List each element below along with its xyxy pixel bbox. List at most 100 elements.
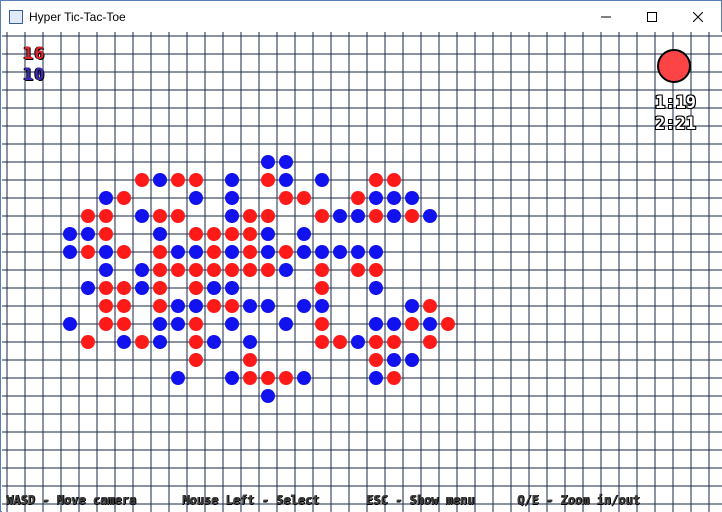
red-piece[interactable] [387,335,401,349]
blue-piece[interactable] [369,281,383,295]
blue-piece[interactable] [369,245,383,259]
blue-piece[interactable] [225,209,239,223]
red-piece[interactable] [369,173,383,187]
blue-piece[interactable] [333,209,347,223]
red-piece[interactable] [153,299,167,313]
red-piece[interactable] [117,299,131,313]
red-piece[interactable] [279,371,293,385]
blue-piece[interactable] [261,299,275,313]
red-piece[interactable] [315,209,329,223]
red-piece[interactable] [243,371,257,385]
blue-piece[interactable] [99,191,113,205]
red-piece[interactable] [369,209,383,223]
red-piece[interactable] [171,209,185,223]
blue-piece[interactable] [279,155,293,169]
red-piece[interactable] [207,227,221,241]
blue-piece[interactable] [135,209,149,223]
red-piece[interactable] [153,245,167,259]
red-piece[interactable] [99,299,113,313]
red-piece[interactable] [99,317,113,331]
blue-piece[interactable] [171,317,185,331]
blue-piece[interactable] [315,173,329,187]
red-piece[interactable] [189,281,203,295]
red-piece[interactable] [153,209,167,223]
red-piece[interactable] [333,335,347,349]
blue-piece[interactable] [243,299,257,313]
blue-piece[interactable] [405,191,419,205]
blue-piece[interactable] [225,173,239,187]
red-piece[interactable] [207,263,221,277]
red-piece[interactable] [387,173,401,187]
red-piece[interactable] [189,173,203,187]
red-piece[interactable] [189,335,203,349]
blue-piece[interactable] [225,191,239,205]
blue-piece[interactable] [153,335,167,349]
red-piece[interactable] [117,281,131,295]
red-piece[interactable] [207,299,221,313]
blue-piece[interactable] [387,353,401,367]
red-piece[interactable] [225,263,239,277]
blue-piece[interactable] [243,335,257,349]
red-piece[interactable] [81,245,95,259]
blue-piece[interactable] [261,155,275,169]
blue-piece[interactable] [135,263,149,277]
maximize-button[interactable] [629,1,675,32]
red-piece[interactable] [81,335,95,349]
red-piece[interactable] [243,263,257,277]
blue-piece[interactable] [351,335,365,349]
blue-piece[interactable] [63,245,77,259]
blue-piece[interactable] [297,245,311,259]
blue-piece[interactable] [171,371,185,385]
red-piece[interactable] [279,191,293,205]
red-piece[interactable] [153,263,167,277]
red-piece[interactable] [117,245,131,259]
blue-piece[interactable] [81,227,95,241]
blue-piece[interactable] [225,317,239,331]
blue-piece[interactable] [63,227,77,241]
red-piece[interactable] [315,281,329,295]
minimize-button[interactable] [583,1,629,32]
blue-piece[interactable] [279,317,293,331]
blue-piece[interactable] [297,227,311,241]
red-piece[interactable] [441,317,455,331]
red-piece[interactable] [117,191,131,205]
red-piece[interactable] [243,353,257,367]
blue-piece[interactable] [423,317,437,331]
blue-piece[interactable] [207,335,221,349]
red-piece[interactable] [99,227,113,241]
red-piece[interactable] [351,263,365,277]
close-button[interactable] [675,1,721,32]
blue-piece[interactable] [261,245,275,259]
red-piece[interactable] [261,209,275,223]
blue-piece[interactable] [387,317,401,331]
red-piece[interactable] [315,335,329,349]
red-piece[interactable] [135,335,149,349]
red-piece[interactable] [315,317,329,331]
red-piece[interactable] [189,227,203,241]
blue-piece[interactable] [369,371,383,385]
red-piece[interactable] [369,335,383,349]
blue-piece[interactable] [369,191,383,205]
red-piece[interactable] [189,263,203,277]
blue-piece[interactable] [171,245,185,259]
title-bar[interactable]: Hyper Tic-Tac-Toe [1,1,721,32]
blue-piece[interactable] [279,263,293,277]
blue-piece[interactable] [63,317,77,331]
blue-piece[interactable] [207,281,221,295]
blue-piece[interactable] [387,209,401,223]
blue-piece[interactable] [135,281,149,295]
red-piece[interactable] [315,263,329,277]
red-piece[interactable] [243,245,257,259]
red-piece[interactable] [135,173,149,187]
blue-piece[interactable] [405,299,419,313]
red-piece[interactable] [189,353,203,367]
red-piece[interactable] [99,281,113,295]
red-piece[interactable] [117,317,131,331]
red-piece[interactable] [225,227,239,241]
blue-piece[interactable] [153,173,167,187]
blue-piece[interactable] [81,281,95,295]
blue-piece[interactable] [279,173,293,187]
blue-piece[interactable] [189,245,203,259]
blue-piece[interactable] [297,371,311,385]
blue-piece[interactable] [315,299,329,313]
